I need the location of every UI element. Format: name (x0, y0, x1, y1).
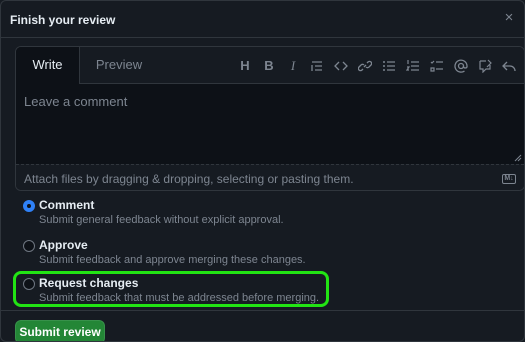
markdown-toolbar: H B I (232, 47, 524, 84)
cross-reference-icon[interactable] (474, 55, 496, 77)
ordered-list-icon[interactable] (402, 55, 424, 77)
code-icon[interactable] (330, 55, 352, 77)
comment-placeholder: Leave a comment (24, 94, 128, 109)
attach-files-text: Attach files by dragging & dropping, sel… (24, 172, 354, 186)
unordered-list-icon[interactable] (378, 55, 400, 77)
heading-icon[interactable]: H (234, 55, 256, 77)
comment-radio[interactable] (23, 200, 35, 212)
dialog-footer: Submit review (1, 310, 524, 341)
bold-icon[interactable]: B (258, 55, 280, 77)
comment-textarea[interactable]: Leave a comment (16, 84, 524, 164)
submit-review-button[interactable]: Submit review (15, 320, 105, 341)
option-description: Submit general feedback without explicit… (39, 214, 284, 226)
option-title: Approve (39, 238, 88, 252)
close-icon[interactable]: × (502, 10, 516, 25)
tab-write[interactable]: Write (16, 47, 80, 85)
highlight-box (13, 271, 329, 307)
editor-tabbar: Write Preview H B I (16, 47, 524, 85)
comment-editor: Write Preview H B I Leave a comment Atta… (15, 46, 524, 191)
attach-files-bar[interactable]: Attach files by dragging & dropping, sel… (16, 164, 524, 190)
approve-radio[interactable] (23, 240, 35, 252)
tab-preview[interactable]: Preview (89, 47, 149, 84)
italic-icon[interactable]: I (282, 55, 304, 77)
option-title: Comment (39, 198, 95, 212)
task-list-icon[interactable] (426, 55, 448, 77)
mention-icon[interactable] (450, 55, 472, 77)
dialog-header: Finish your review × (1, 1, 524, 38)
quote-icon[interactable] (306, 55, 328, 77)
dialog-title: Finish your review (10, 13, 116, 27)
resize-handle-icon[interactable] (514, 154, 522, 162)
option-description: Submit feedback and approve merging thes… (39, 254, 306, 266)
reply-icon[interactable] (498, 55, 520, 77)
review-dialog: Finish your review × Write Preview H B I (0, 0, 525, 342)
link-icon[interactable] (354, 55, 376, 77)
markdown-icon[interactable]: M↓ (502, 174, 516, 184)
